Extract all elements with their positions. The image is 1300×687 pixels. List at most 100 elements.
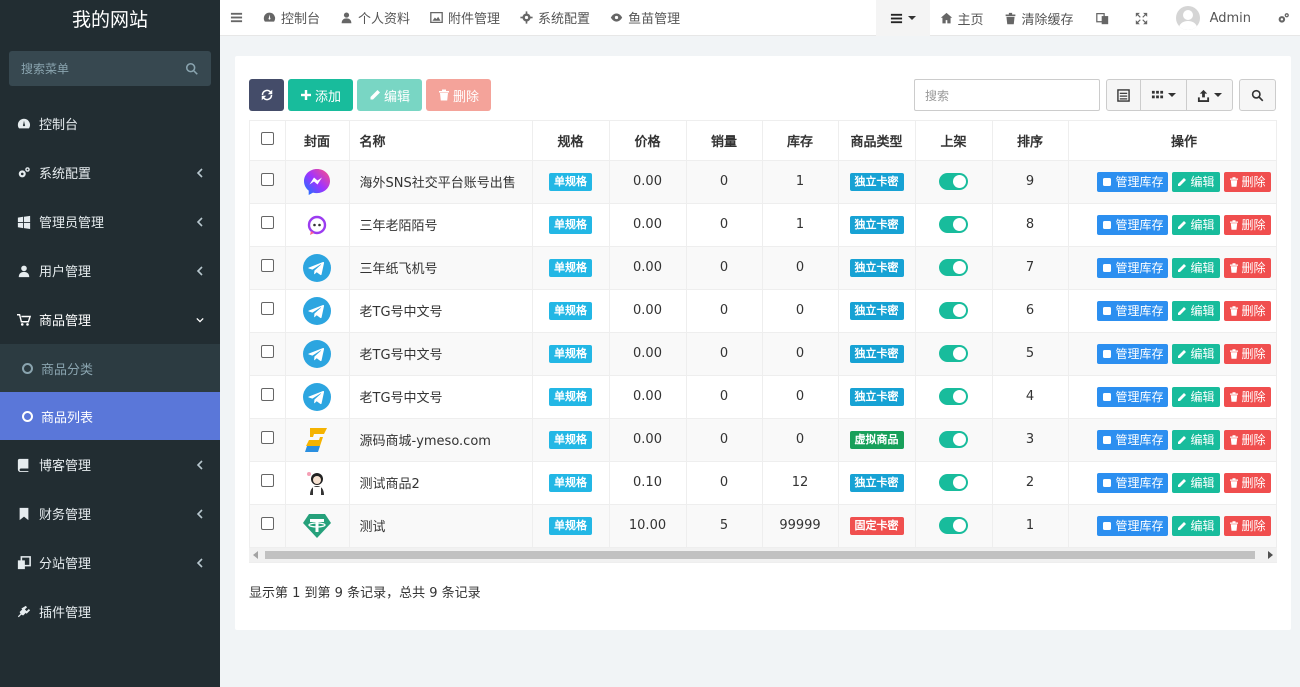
on-sale-toggle[interactable]	[939, 517, 968, 534]
row-delete-button[interactable]: 删除	[1223, 429, 1271, 450]
row-edit-button[interactable]: 编辑	[1172, 472, 1220, 493]
manage-stock-button[interactable]: 管理库存	[1097, 343, 1169, 364]
telegram-icon[interactable]	[302, 296, 332, 325]
sidebar-item-finance[interactable]: 财务管理	[0, 489, 220, 538]
row-edit-button[interactable]: 编辑	[1172, 171, 1220, 192]
column-header[interactable]: 销量	[686, 121, 763, 161]
user-menu[interactable]: Admin	[1162, 0, 1265, 36]
columns-button[interactable]	[1141, 80, 1187, 110]
telegram-icon[interactable]	[302, 339, 332, 368]
brand-title[interactable]: 我的网站	[0, 0, 220, 36]
on-sale-toggle[interactable]	[939, 474, 968, 491]
table-search-input[interactable]: 搜索	[914, 79, 1100, 111]
manage-stock-button[interactable]: 管理库存	[1097, 429, 1169, 450]
row-delete-button[interactable]: 删除	[1223, 386, 1271, 407]
toggle-view-button[interactable]	[1107, 80, 1141, 110]
sidebar-item-plugins[interactable]: 插件管理	[0, 587, 220, 636]
row-edit-button[interactable]: 编辑	[1172, 386, 1220, 407]
row-delete-button[interactable]: 删除	[1223, 214, 1271, 235]
sidebar-item-dashboard[interactable]: 控制台	[0, 99, 220, 148]
search-icon[interactable]	[185, 62, 199, 76]
column-header[interactable]: 价格	[609, 121, 687, 161]
language-button[interactable]	[1084, 0, 1121, 36]
cartoon-figure-icon[interactable]	[302, 471, 332, 495]
manage-stock-button[interactable]: 管理库存	[1097, 386, 1169, 407]
tab-dashboard[interactable]: 控制台	[253, 0, 330, 36]
s-logo-icon[interactable]	[302, 427, 332, 452]
row-checkbox[interactable]	[260, 302, 274, 315]
column-header[interactable]: 名称	[349, 121, 533, 161]
row-checkbox[interactable]	[260, 388, 274, 401]
edit-button[interactable]: 编辑	[357, 79, 423, 111]
manage-stock-button[interactable]: 管理库存	[1097, 300, 1169, 321]
fullscreen-button[interactable]	[1121, 0, 1162, 36]
sidebar-item-blog[interactable]: 博客管理	[0, 440, 220, 489]
horizontal-scrollbar[interactable]	[249, 548, 1277, 562]
manage-stock-button[interactable]: 管理库存	[1097, 214, 1169, 235]
row-edit-button[interactable]: 编辑	[1172, 214, 1220, 235]
manage-stock-button[interactable]: 管理库存	[1097, 257, 1169, 278]
manage-stock-button[interactable]: 管理库存	[1097, 472, 1169, 493]
column-header[interactable]: 库存	[762, 121, 839, 161]
messenger-icon[interactable]	[302, 168, 332, 195]
add-button[interactable]: 添加	[288, 79, 354, 111]
row-delete-button[interactable]: 删除	[1223, 171, 1271, 192]
tab-fry-management[interactable]: 鱼苗管理	[600, 0, 690, 36]
sidebar-item-system-config[interactable]: 系统配置	[0, 148, 220, 197]
row-delete-button[interactable]: 删除	[1223, 472, 1271, 493]
row-checkbox[interactable]	[260, 431, 274, 444]
tab-profile[interactable]: 个人资料	[330, 0, 420, 36]
row-delete-button[interactable]: 删除	[1223, 343, 1271, 364]
row-checkbox[interactable]	[260, 345, 274, 358]
scroll-right-arrow-icon[interactable]	[1268, 551, 1273, 559]
tab-attachments[interactable]: 附件管理	[420, 0, 510, 36]
column-header[interactable]: 操作	[1068, 121, 1276, 161]
advanced-search-button[interactable]	[1239, 79, 1276, 111]
on-sale-toggle[interactable]	[939, 431, 968, 448]
sidebar-item-users[interactable]: 用户管理	[0, 246, 220, 295]
row-delete-button[interactable]: 删除	[1223, 257, 1271, 278]
sidebar-subitem-category[interactable]: 商品分类	[0, 344, 220, 392]
row-checkbox[interactable]	[260, 173, 274, 186]
chat-bubble-icon[interactable]	[302, 215, 332, 235]
column-header[interactable]: 封面	[285, 121, 350, 161]
sidebar-item-admin[interactable]: 管理员管理	[0, 197, 220, 246]
manage-stock-button[interactable]: 管理库存	[1097, 171, 1169, 192]
row-delete-button[interactable]: 删除	[1223, 300, 1271, 321]
row-checkbox[interactable]	[260, 474, 274, 487]
control-sidebar-button[interactable]	[1265, 0, 1300, 36]
row-edit-button[interactable]: 编辑	[1172, 515, 1220, 536]
menu-search-input[interactable]: 搜索菜单	[9, 51, 211, 86]
manage-stock-button[interactable]: 管理库存	[1097, 515, 1169, 536]
row-delete-button[interactable]: 删除	[1223, 515, 1271, 536]
row-checkbox[interactable]	[260, 216, 274, 229]
column-header[interactable]: 规格	[532, 121, 610, 161]
on-sale-toggle[interactable]	[939, 216, 968, 233]
row-checkbox[interactable]	[260, 517, 274, 530]
home-link[interactable]: 主页	[930, 0, 994, 36]
scroll-thumb[interactable]	[265, 551, 1255, 559]
row-edit-button[interactable]: 编辑	[1172, 343, 1220, 364]
select-all-checkbox[interactable]	[260, 131, 274, 145]
sidebar-subitem-product-list[interactable]: 商品列表	[0, 392, 220, 440]
telegram-icon[interactable]	[302, 253, 332, 282]
row-edit-button[interactable]: 编辑	[1172, 300, 1220, 321]
column-header[interactable]: 排序	[992, 121, 1069, 161]
multi-tab-toggle-button[interactable]	[875, 0, 930, 36]
refresh-button[interactable]	[249, 79, 284, 111]
row-edit-button[interactable]: 编辑	[1172, 257, 1220, 278]
sidebar-item-substations[interactable]: 分站管理	[0, 538, 220, 587]
scroll-left-arrow-icon[interactable]	[253, 551, 258, 559]
on-sale-toggle[interactable]	[939, 388, 968, 405]
export-button[interactable]	[1187, 80, 1232, 110]
telegram-icon[interactable]	[302, 382, 332, 411]
row-edit-button[interactable]: 编辑	[1172, 429, 1220, 450]
on-sale-toggle[interactable]	[939, 259, 968, 276]
sidebar-item-products[interactable]: 商品管理	[0, 295, 220, 344]
sidebar-toggle-button[interactable]	[220, 0, 253, 36]
row-checkbox[interactable]	[260, 259, 274, 272]
column-header[interactable]: 商品类型	[838, 121, 916, 161]
on-sale-toggle[interactable]	[939, 345, 968, 362]
on-sale-toggle[interactable]	[939, 173, 968, 190]
on-sale-toggle[interactable]	[939, 302, 968, 319]
